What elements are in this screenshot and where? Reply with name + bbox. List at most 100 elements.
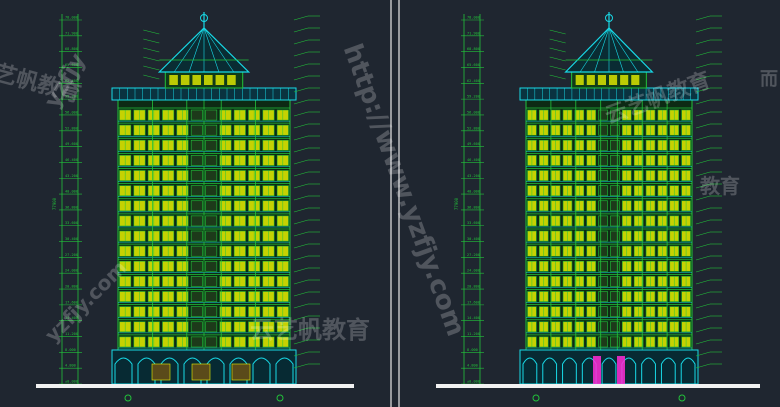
core-panel — [610, 306, 620, 318]
core-panel — [205, 291, 218, 302]
core-panel — [190, 276, 203, 287]
shopfront — [151, 363, 171, 381]
core-panel — [205, 124, 218, 136]
elevation-label: 68.800 — [467, 47, 480, 51]
core-panel — [598, 321, 608, 333]
elevation-label: 8.000 — [65, 348, 76, 352]
elevation-label: 52.800 — [65, 126, 78, 130]
attic-window — [575, 75, 584, 85]
elevation-label: 71.900 — [467, 31, 480, 35]
cad-drawing-canvas: 78.000 71.900 68.800 65.600 62.400 59.200 56.0… — [0, 0, 780, 407]
core-panel — [610, 336, 620, 348]
core-panel — [205, 230, 218, 242]
core-panel — [610, 170, 620, 181]
watermark-text: 而 — [760, 69, 778, 90]
core-panel — [205, 155, 218, 166]
elevation-label: 40.000 — [467, 190, 480, 194]
elevation-label: 62.400 — [467, 79, 480, 83]
core-panel — [190, 245, 203, 257]
elevation-label: 11.200 — [467, 332, 480, 336]
right-ground-line — [436, 384, 760, 388]
core-panel — [598, 200, 608, 212]
elevation-label: 33.600 — [467, 221, 480, 225]
elevation-label: 56.000 — [467, 110, 480, 114]
elevation-label: 4.800 — [65, 364, 76, 368]
elevation-label: 4.800 — [467, 364, 478, 368]
core-panel — [610, 260, 620, 272]
attic-window — [586, 75, 595, 85]
attic-window — [631, 75, 640, 85]
core-panel — [598, 260, 608, 272]
core-panel — [205, 215, 218, 227]
attic-window — [597, 75, 606, 85]
core-panel — [190, 139, 203, 151]
core-panel — [205, 306, 218, 318]
core-panel — [598, 155, 608, 166]
elevation-label: 20.800 — [65, 285, 78, 289]
core-panel — [190, 321, 203, 333]
core-panel — [190, 215, 203, 227]
elevation-label: 78.000 — [65, 16, 78, 20]
elevation-label: 30.400 — [467, 237, 480, 241]
core-panel — [610, 321, 620, 333]
watermark-text: 云艺帆教育 — [250, 316, 370, 344]
core-panel — [610, 139, 620, 151]
elevation-label: 52.800 — [467, 126, 480, 130]
elevation-label: 27.200 — [65, 253, 78, 257]
elevation-label: 20.800 — [467, 285, 480, 289]
core-panel — [598, 215, 608, 227]
core-panel — [205, 185, 218, 197]
elevation-label: 36.800 — [467, 205, 480, 209]
elevation-label: 46.400 — [65, 158, 78, 162]
shopfront — [231, 363, 251, 381]
core-panel — [205, 276, 218, 287]
core-panel — [598, 336, 608, 348]
elevation-label: ±0.000 — [65, 380, 78, 384]
attic-window — [169, 75, 178, 85]
elevation-label: 59.200 — [467, 95, 480, 99]
core-panel — [190, 155, 203, 166]
core-panel — [598, 124, 608, 136]
elevation-label: 43.200 — [65, 174, 78, 178]
attic-window — [227, 75, 236, 85]
elevation-label: 40.000 — [65, 190, 78, 194]
elevation-label: 78.000 — [467, 16, 480, 20]
core-panel — [598, 170, 608, 181]
elevation-label: 46.400 — [467, 158, 480, 162]
core-panel — [190, 306, 203, 318]
core-panel — [610, 245, 620, 257]
left-ground-line — [36, 384, 354, 388]
elevation-label: 49.600 — [65, 142, 78, 146]
core-panel — [610, 276, 620, 287]
attic-window — [204, 75, 213, 85]
core-panel — [205, 321, 218, 333]
magenta-door — [617, 356, 625, 384]
attic-window — [192, 75, 201, 85]
core-panel — [610, 215, 620, 227]
elevation-label: 43.200 — [467, 174, 480, 178]
core-panel — [598, 139, 608, 151]
attic-window — [215, 75, 225, 85]
elevation-label: ±0.000 — [467, 380, 480, 384]
core-panel — [190, 185, 203, 197]
elevation-label: 33.600 — [65, 221, 78, 225]
core-panel — [190, 291, 203, 302]
elevation-label: 30.400 — [65, 237, 78, 241]
core-panel — [205, 260, 218, 272]
core-panel — [190, 170, 203, 181]
core-panel — [190, 200, 203, 212]
attic-window — [620, 75, 629, 85]
core-panel — [205, 336, 218, 348]
elevation-label: 49.600 — [467, 142, 480, 146]
core-panel — [190, 336, 203, 348]
core-panel — [598, 276, 608, 287]
core-panel — [598, 291, 608, 302]
core-panel — [598, 306, 608, 318]
elevation-label: 56.000 — [65, 110, 78, 114]
elevation-label: 71.900 — [65, 31, 78, 35]
magenta-door — [593, 356, 601, 384]
elevation-label: 24.000 — [65, 269, 78, 273]
core-panel — [190, 109, 203, 121]
core-panel — [190, 230, 203, 242]
podium — [519, 349, 699, 385]
